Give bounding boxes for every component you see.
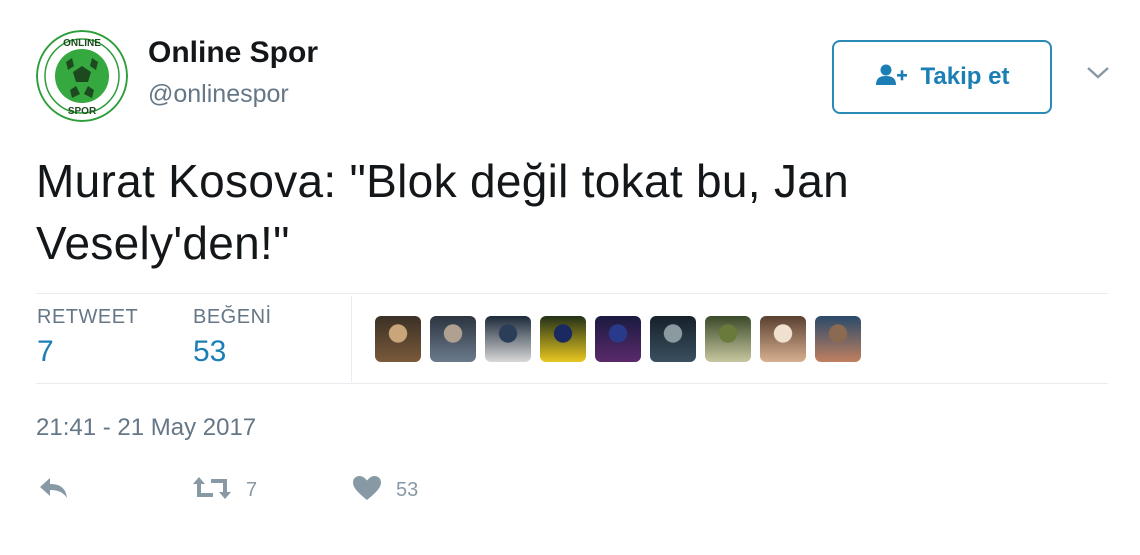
retweet-stat-count: 7	[37, 335, 54, 368]
liker-avatar[interactable]	[705, 316, 751, 362]
avatar-text-bottom: SPOR	[68, 106, 97, 117]
tweet-text: Murat Kosova: "Blok değil tokat bu, Jan …	[36, 155, 850, 269]
reply-button[interactable]	[38, 474, 70, 506]
timestamp[interactable]: 21:41 - 21 May 2017	[36, 414, 256, 442]
liker-avatar[interactable]	[760, 316, 806, 362]
liker-avatar[interactable]	[485, 316, 531, 362]
retweet-stat-label: RETWEET	[37, 306, 139, 328]
divider	[36, 383, 1108, 384]
divider	[36, 293, 1108, 294]
user-handle[interactable]: @onlinespor	[148, 80, 289, 109]
liker-avatar[interactable]	[815, 316, 861, 362]
avatar[interactable]: ONLINE SPOR	[36, 30, 128, 122]
likes-stat[interactable]: BEĞENİ 53	[193, 306, 272, 369]
display-name[interactable]: Online Spor	[148, 36, 318, 70]
liker-avatar[interactable]	[430, 316, 476, 362]
reply-icon	[38, 475, 70, 506]
divider	[351, 296, 352, 382]
add-user-icon	[875, 64, 909, 91]
likes-stat-count: 53	[193, 335, 227, 368]
likes-stat-label: BEĞENİ	[193, 306, 272, 328]
liker-avatar[interactable]	[375, 316, 421, 362]
retweet-button[interactable]: 7	[192, 474, 257, 506]
liker-avatar[interactable]	[595, 316, 641, 362]
avatar-text-top: ONLINE	[63, 38, 101, 49]
like-count: 53	[396, 478, 419, 501]
follow-button[interactable]: Takip et	[832, 40, 1052, 114]
retweet-count: 7	[246, 478, 258, 501]
like-button[interactable]: 53	[352, 474, 418, 506]
liker-avatar[interactable]	[650, 316, 696, 362]
liker-avatar[interactable]	[540, 316, 586, 362]
chevron-down-icon[interactable]	[1084, 60, 1112, 84]
heart-icon	[352, 475, 382, 506]
liker-avatars	[375, 316, 861, 362]
retweet-icon	[192, 475, 232, 506]
retweet-stat[interactable]: RETWEET 7	[37, 306, 138, 369]
follow-button-label: Takip et	[920, 63, 1010, 90]
